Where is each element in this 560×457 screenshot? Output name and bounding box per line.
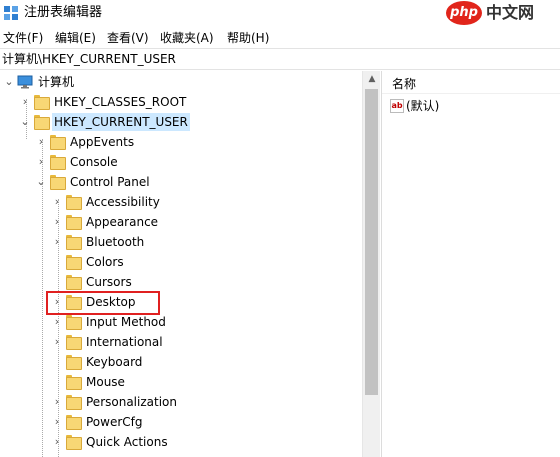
- tree-node-label[interactable]: Mouse: [84, 373, 127, 391]
- folder-icon: [66, 375, 82, 390]
- registry-editor-icon: [4, 6, 18, 20]
- tree-node-label[interactable]: Bluetooth: [84, 233, 146, 251]
- tree-node[interactable]: › Personalization: [0, 392, 364, 412]
- tree-node-label[interactable]: Input Method: [84, 313, 168, 331]
- folder-icon: [50, 135, 66, 150]
- chevron-right-icon[interactable]: ›: [50, 395, 64, 409]
- tree-node-label[interactable]: Appearance: [84, 213, 160, 231]
- tree-node-label[interactable]: Quick Actions: [84, 433, 170, 451]
- vertical-scrollbar[interactable]: ▲: [362, 71, 380, 457]
- folder-icon: [50, 175, 66, 190]
- watermark-text: 中文网: [486, 3, 535, 22]
- chevron-right-icon[interactable]: ›: [50, 335, 64, 349]
- folder-icon: [66, 275, 82, 290]
- menu-edit[interactable]: 编辑(E): [55, 29, 96, 47]
- tree-node[interactable]: › Appearance: [0, 212, 364, 232]
- tree-node[interactable]: › International: [0, 332, 364, 352]
- chevron-right-icon[interactable]: ›: [50, 235, 64, 249]
- chevron-right-icon[interactable]: ›: [50, 215, 64, 229]
- tree-node-label[interactable]: 计算机: [36, 73, 76, 91]
- menu-help[interactable]: 帮助(H): [227, 29, 269, 47]
- folder-icon: [66, 335, 82, 350]
- title-bar: 注册表编辑器 php 中文网: [0, 0, 560, 26]
- tree-node[interactable]: › PowerCfg: [0, 412, 364, 432]
- tree-node-label[interactable]: Console: [68, 153, 120, 171]
- scroll-up-arrow-icon[interactable]: ▲: [363, 71, 381, 88]
- folder-icon: [50, 155, 66, 170]
- tree-node[interactable]: › Bluetooth: [0, 232, 364, 252]
- highlight-annotation-box: [46, 291, 160, 315]
- chevron-down-icon[interactable]: ⌄: [34, 175, 48, 189]
- menu-file[interactable]: 文件(F): [3, 29, 43, 47]
- menu-favorites[interactable]: 收藏夹(A): [160, 29, 214, 47]
- string-value-icon: ab: [390, 99, 404, 113]
- address-bar[interactable]: 计算机\HKEY_CURRENT_USER: [0, 48, 560, 70]
- tree-node-label[interactable]: Keyboard: [84, 353, 144, 371]
- tree-node-label[interactable]: HKEY_CURRENT_USER: [52, 113, 190, 131]
- menu-bar: 文件(F) 编辑(E) 查看(V) 收藏夹(A) 帮助(H): [0, 28, 560, 48]
- watermark: php 中文网: [446, 1, 560, 27]
- tree-node[interactable]: › HKEY_CLASSES_ROOT: [0, 92, 364, 112]
- tree-node[interactable]: › AppEvents: [0, 132, 364, 152]
- tree-pane[interactable]: ⌄ 计算机 › HKEY_CLASSES_ROOT ⌄ HKEY_CURRENT_US…: [0, 71, 364, 457]
- tree-node[interactable]: Keyboard: [0, 352, 364, 372]
- tree-node-label[interactable]: Colors: [84, 253, 126, 271]
- chevron-right-icon[interactable]: ›: [34, 155, 48, 169]
- folder-icon: [66, 215, 82, 230]
- tree-node[interactable]: › Quick Actions: [0, 432, 364, 452]
- menu-view[interactable]: 查看(V): [107, 29, 149, 47]
- tree-node[interactable]: › Input Method: [0, 312, 364, 332]
- tree-node-label[interactable]: AppEvents: [68, 133, 136, 151]
- scrollbar-thumb[interactable]: [365, 89, 378, 395]
- tree-node[interactable]: › Console: [0, 152, 364, 172]
- tree-node-label[interactable]: Personalization: [84, 393, 179, 411]
- tree-node-label[interactable]: Accessibility: [84, 193, 162, 211]
- tree-node[interactable]: Cursors: [0, 272, 364, 292]
- tree-node[interactable]: Colors: [0, 252, 364, 272]
- folder-icon: [66, 235, 82, 250]
- tree-node[interactable]: Mouse: [0, 372, 364, 392]
- tree-node[interactable]: ⌄ HKEY_CURRENT_USER: [0, 112, 364, 132]
- folder-icon: [66, 315, 82, 330]
- value-row-default[interactable]: ab (默认): [390, 98, 550, 116]
- tree-node-label[interactable]: Control Panel: [68, 173, 152, 191]
- value-name[interactable]: (默认): [406, 98, 439, 115]
- folder-icon: [66, 255, 82, 270]
- tree-node-computer[interactable]: ⌄ 计算机: [0, 72, 364, 92]
- folder-icon: [66, 435, 82, 450]
- tree-node[interactable]: ⌄ Control Panel: [0, 172, 364, 192]
- tree-node-label[interactable]: International: [84, 333, 165, 351]
- window-title: 注册表编辑器: [24, 5, 103, 20]
- chevron-down-icon[interactable]: ⌄: [2, 75, 16, 89]
- address-path[interactable]: 计算机\HKEY_CURRENT_USER: [2, 50, 176, 68]
- tree-node[interactable]: › Accessibility: [0, 192, 364, 212]
- chevron-down-icon[interactable]: ⌄: [18, 115, 32, 129]
- folder-icon: [66, 395, 82, 410]
- folder-icon: [66, 415, 82, 430]
- chevron-right-icon[interactable]: ›: [34, 135, 48, 149]
- folder-icon: [34, 115, 50, 130]
- values-pane[interactable]: 名称 ab (默认): [381, 71, 560, 457]
- tree-node-label[interactable]: Cursors: [84, 273, 134, 291]
- chevron-right-icon[interactable]: ›: [50, 195, 64, 209]
- column-header-name[interactable]: 名称: [392, 76, 416, 92]
- folder-icon: [34, 95, 50, 110]
- chevron-right-icon[interactable]: ›: [18, 95, 32, 109]
- chevron-right-icon[interactable]: ›: [50, 315, 64, 329]
- chevron-right-icon[interactable]: ›: [50, 415, 64, 429]
- folder-icon: [66, 195, 82, 210]
- chevron-right-icon[interactable]: ›: [50, 435, 64, 449]
- tree-node-label[interactable]: PowerCfg: [84, 413, 145, 431]
- watermark-logo: php: [446, 1, 482, 25]
- computer-icon: [17, 75, 33, 89]
- folder-icon: [66, 355, 82, 370]
- column-divider: [382, 93, 560, 94]
- tree-node-label[interactable]: HKEY_CLASSES_ROOT: [52, 93, 188, 111]
